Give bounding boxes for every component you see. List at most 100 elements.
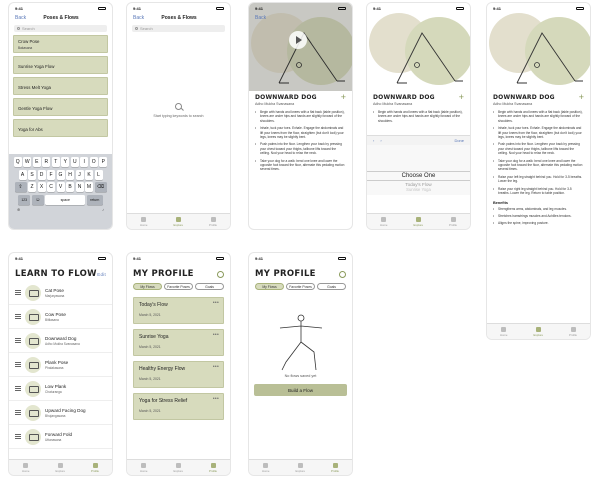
list-item[interactable]: Gentle Yoga Flow [13,98,108,116]
pose-list-item[interactable]: Cow Pose Bitilasana [9,305,112,329]
list-item[interactable]: Yoga for Abs [13,119,108,137]
segment-goals[interactable]: Goals [195,283,224,290]
picker-prev-button[interactable]: ‹ [373,138,374,143]
key[interactable]: Y [61,157,70,167]
key[interactable]: Z [28,182,36,192]
key[interactable]: X [37,182,46,192]
search-input[interactable]: Search [14,25,107,32]
tab-home[interactable]: Home [262,462,269,473]
tab-explore[interactable]: Explore [56,462,65,473]
numbers-key[interactable]: 123 [18,194,31,205]
key[interactable]: S [28,169,36,180]
key[interactable]: P [99,157,108,167]
key[interactable]: C [47,182,55,192]
flow-card[interactable]: Today's Flow March 5, 2021 ••• [133,297,224,324]
drag-handle-icon[interactable] [15,410,21,415]
add-icon[interactable]: + [341,93,346,102]
key[interactable]: G [56,169,65,180]
key[interactable]: V [56,182,65,192]
key[interactable]: T [51,157,60,167]
flow-picker[interactable]: Choose One Today's Flow Sunrise Yoga [367,145,470,195]
key[interactable]: K [85,169,93,180]
key[interactable]: B [66,182,74,192]
emoji-key[interactable]: ☺ [31,194,44,205]
tab-explore[interactable]: Explore [296,462,305,473]
tab-explore[interactable]: Explore [414,216,423,227]
key[interactable]: M [85,182,93,192]
pose-list-item[interactable]: Upward Facing Dog Bhujangasana [9,401,112,425]
key[interactable]: I [80,157,89,167]
gear-icon[interactable] [217,270,224,278]
picker-selected[interactable]: Choose One [367,171,470,181]
key[interactable]: A [18,169,27,180]
key[interactable]: H [66,169,74,180]
more-icon[interactable]: ••• [213,300,219,306]
tab-profile[interactable]: Profile [449,216,457,227]
play-icon[interactable] [289,31,307,49]
space-key[interactable]: space [45,194,86,205]
segment-favorite-poses[interactable]: Favorite Poses [164,283,193,290]
key[interactable]: D [37,169,46,180]
drag-handle-icon[interactable] [15,290,21,295]
tab-home[interactable]: Home [140,462,147,473]
key[interactable]: Q [13,157,22,167]
return-key[interactable]: return [86,194,103,205]
tab-home[interactable]: Home [22,462,29,473]
tab-explore[interactable]: Explore [174,216,183,227]
pose-list-item[interactable]: Low Plank Chaturanga [9,377,112,401]
back-button[interactable]: Back [255,15,266,21]
drag-handle-icon[interactable] [15,338,21,343]
key[interactable]: E [32,157,41,167]
key[interactable]: J [75,169,84,180]
tab-home[interactable]: Home [140,216,147,227]
more-icon[interactable]: ••• [213,332,219,338]
search-input[interactable]: Search [132,25,225,32]
segment-favorite-poses[interactable]: Favorite Poses [286,283,315,290]
list-item[interactable]: Stress Melt Yoga [13,77,108,95]
tab-profile[interactable]: Profile [569,326,577,337]
more-icon[interactable]: ••• [213,396,219,402]
tab-profile[interactable]: Profile [209,216,217,227]
segment-goals[interactable]: Goals [317,283,346,290]
segment-my-flows[interactable]: My Flows [255,283,284,290]
picker-done-button[interactable]: Done [454,138,464,143]
pose-list-item[interactable]: Downward Dog Adho Mukha Svanasana [9,329,112,353]
globe-icon[interactable]: ⊕ [17,207,20,212]
pose-video[interactable]: 9:41 Back [249,3,352,91]
key[interactable]: U [70,157,79,167]
delete-key[interactable]: ⌫ [94,182,107,192]
key[interactable]: L [94,169,103,180]
key[interactable]: O [89,157,98,167]
tab-home[interactable]: Home [500,326,507,337]
drag-handle-icon[interactable] [15,386,21,391]
pose-list-item[interactable]: Plank Pose Phalakasana [9,353,112,377]
list-item[interactable]: Crow Pose Bakasana [13,35,108,53]
pose-list-item[interactable]: Forward Fold Uttanasana [9,425,112,449]
list-item[interactable]: Sunrise Yoga Flow [13,56,108,74]
back-button[interactable]: Back [15,15,26,21]
flow-card[interactable]: Healthy Energy Flow March 5, 2021 ••• [133,361,224,388]
drag-handle-icon[interactable] [15,434,21,439]
segment-my-flows[interactable]: My Flows [133,283,162,290]
key[interactable]: F [47,169,55,180]
gear-icon[interactable] [339,270,346,278]
drag-handle-icon[interactable] [15,362,21,367]
key[interactable]: W [23,157,32,167]
key[interactable]: R [42,157,51,167]
key[interactable]: N [75,182,84,192]
build-flow-button[interactable]: Build a Flow [254,384,347,396]
pose-list-item[interactable]: Cat Pose Marjaryasana [9,281,112,305]
tab-profile[interactable]: Profile [331,462,339,473]
back-button[interactable]: Back [133,15,144,21]
picker-next-button[interactable]: › [380,138,381,143]
drag-handle-icon[interactable] [15,314,21,319]
edit-button[interactable]: Edit [97,272,106,277]
add-icon[interactable]: + [579,93,584,102]
more-icon[interactable]: ••• [213,364,219,370]
picker-option[interactable]: Sunrise Yoga [367,187,470,192]
tab-explore[interactable]: Explore [534,326,543,337]
flow-card[interactable]: Yoga for Stress Relief March 5, 2021 ••• [133,393,224,420]
flow-card[interactable]: Sunrise Yoga March 5, 2021 ••• [133,329,224,356]
shift-key[interactable]: ⇧ [14,182,27,192]
tab-profile[interactable]: Profile [209,462,217,473]
